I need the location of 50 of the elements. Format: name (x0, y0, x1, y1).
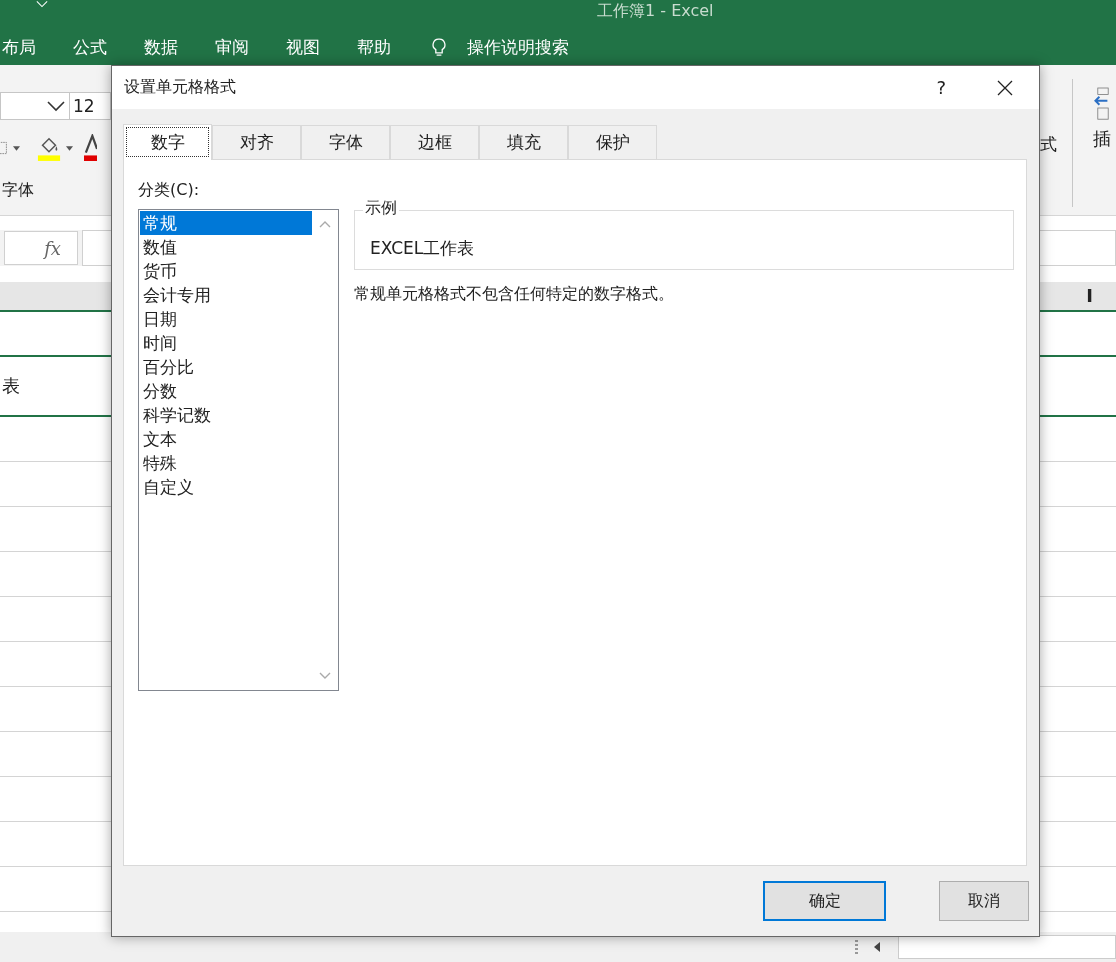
dialog-tab[interactable]: 字体 (301, 125, 390, 159)
tell-me-search[interactable]: 操作说明搜索 (467, 36, 569, 59)
category-item[interactable]: 百分比 (140, 355, 312, 379)
category-item[interactable]: 特殊 (140, 451, 312, 475)
category-item[interactable]: 日期 (140, 307, 312, 331)
insert-button[interactable]: 插 (1093, 127, 1111, 151)
dialog-tab[interactable]: 填充 (479, 125, 568, 159)
caret-icon[interactable] (13, 145, 20, 151)
group-label: 字体 (2, 180, 35, 201)
scroll-left-icon[interactable] (874, 942, 880, 952)
ribbon-tab[interactable]: 布局 (2, 36, 36, 59)
description: 常规单元格格式不包含任何特定的数字格式。 (354, 284, 675, 305)
ok-button[interactable]: 确定 (763, 881, 886, 921)
window-title: 工作簿1 - Excel (597, 2, 714, 20)
cancel-button[interactable]: 取消 (939, 881, 1029, 921)
help-button[interactable]: ? (936, 77, 946, 98)
splitter-handle[interactable] (855, 940, 858, 954)
caret-icon[interactable] (66, 145, 73, 151)
category-item[interactable]: 会计专用 (140, 283, 312, 307)
category-item[interactable]: 自定义 (140, 475, 312, 499)
category-item[interactable]: 货币 (140, 259, 312, 283)
close-icon[interactable] (997, 79, 1013, 96)
dialog-title: 设置单元格格式 (124, 77, 237, 98)
category-item[interactable]: 常规 (140, 211, 312, 235)
category-item[interactable]: 文本 (140, 427, 312, 451)
font-size-field[interactable]: 12 (70, 92, 111, 120)
ribbon-tab[interactable]: 视图 (286, 36, 320, 59)
category-item[interactable]: 数值 (140, 235, 312, 259)
font-color-icon[interactable] (84, 134, 97, 162)
category-label: 分类(C): (138, 180, 201, 201)
insert-function-button[interactable]: fx (4, 231, 78, 265)
table-cell: 表 (2, 374, 20, 398)
sample-value: EXCEL工作表 (370, 236, 475, 260)
category-list[interactable]: 常规 数值 货币 会计专用 日期 时间 百分比 分数 科学记数 文本 特殊 自定义 (138, 209, 339, 691)
ribbon-tab[interactable]: 数据 (144, 36, 178, 59)
font-name-field[interactable] (0, 92, 70, 120)
category-item[interactable]: 分数 (140, 379, 312, 403)
ribbon-label[interactable]: 式 (1040, 133, 1057, 156)
ribbon-tab[interactable]: 帮助 (357, 36, 391, 59)
dialog-tab[interactable]: 对齐 (212, 125, 301, 159)
dialog-tab[interactable]: 数字 (123, 124, 212, 160)
category-item[interactable]: 时间 (140, 331, 312, 355)
ribbon-tab[interactable]: 审阅 (215, 36, 249, 59)
dialog-tab[interactable]: 边框 (390, 125, 479, 159)
ribbon-tab[interactable]: 公式 (73, 36, 107, 59)
caret-icon[interactable] (46, 100, 66, 112)
sample-label: 示例 (363, 198, 399, 219)
column-header: I (1086, 284, 1093, 308)
category-item[interactable]: 科学记数 (140, 403, 312, 427)
dialog-tab[interactable]: 保护 (568, 125, 657, 159)
